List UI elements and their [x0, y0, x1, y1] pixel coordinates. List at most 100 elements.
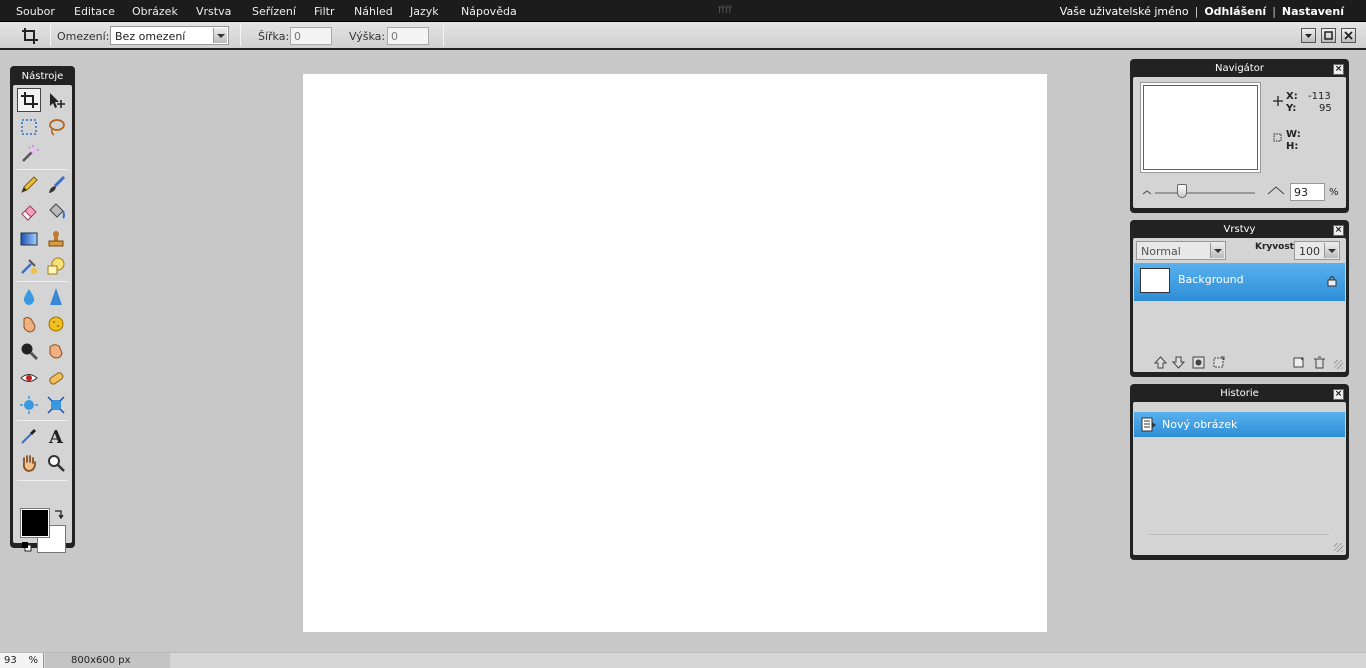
zoom-slider-handle[interactable]: [1177, 184, 1187, 198]
resize-grip-icon[interactable]: [1334, 543, 1343, 552]
menu-serizeni[interactable]: Seřízení: [252, 5, 296, 18]
menu-editace[interactable]: Editace: [74, 5, 115, 18]
status-zoom-value: 93: [4, 655, 17, 666]
red-eye-tool[interactable]: [17, 366, 41, 390]
stamp-icon: [48, 231, 64, 247]
menu-jazyk[interactable]: Jazyk: [410, 5, 439, 18]
zoom-tool[interactable]: [44, 451, 68, 475]
document-icon: [1141, 417, 1156, 432]
lasso-tool[interactable]: [44, 115, 68, 139]
history-panel: Historie × Nový obrázek: [1130, 384, 1349, 560]
pinch-tool[interactable]: [44, 393, 68, 417]
reset-colors-icon[interactable]: [21, 541, 32, 552]
gradient-tool[interactable]: [17, 227, 41, 251]
menu-napoveda[interactable]: Nápověda: [461, 5, 517, 18]
foreground-color-swatch[interactable]: [20, 508, 50, 538]
magic-wand-tool[interactable]: [17, 142, 41, 166]
new-layer-icon[interactable]: [1292, 356, 1305, 369]
navigator-preview[interactable]: [1140, 82, 1261, 173]
type-tool[interactable]: A: [44, 424, 68, 448]
status-bar: 93 % 800x600 px: [0, 652, 1366, 668]
history-title-text: Historie: [1220, 388, 1259, 399]
toolbar-divider: [240, 24, 241, 46]
move-layer-up-icon[interactable]: [1154, 356, 1167, 369]
width-input[interactable]: 0: [290, 27, 332, 45]
dodge-tool[interactable]: [44, 339, 68, 363]
separator: |: [1194, 5, 1199, 18]
settings-link[interactable]: Nastavení: [1282, 5, 1344, 18]
layer-mask-icon[interactable]: [1192, 356, 1205, 369]
sponge-tool[interactable]: [44, 312, 68, 336]
magic-wand-icon: [22, 145, 39, 162]
logout-link[interactable]: Odhlášení: [1204, 5, 1266, 18]
blend-mode-select[interactable]: Normal: [1136, 241, 1226, 260]
marquee-tool[interactable]: [17, 115, 41, 139]
menu-soubor[interactable]: Soubor: [16, 5, 55, 18]
minimize-button[interactable]: [1301, 28, 1316, 43]
zoom-out-icon[interactable]: [1142, 187, 1152, 195]
layers-title-text: Vrstvy: [1223, 224, 1256, 235]
navigator-panel: Navigátor × X: -113 Y: 95 W: H: 93 %: [1130, 59, 1349, 213]
lock-icon: [1327, 276, 1337, 287]
layer-row[interactable]: Background: [1134, 263, 1345, 301]
move-tool[interactable]: [44, 88, 68, 112]
height-label: Výška:: [349, 30, 386, 43]
maximize-button[interactable]: [1321, 28, 1336, 43]
menu-obrazek[interactable]: Obrázek: [132, 5, 178, 18]
history-close-button[interactable]: ×: [1333, 389, 1344, 400]
close-button[interactable]: [1341, 28, 1356, 43]
burn-tool[interactable]: [17, 339, 41, 363]
hand-tool[interactable]: [17, 451, 41, 475]
eye-icon: [20, 374, 38, 382]
paint-bucket-tool[interactable]: [44, 200, 68, 224]
status-zoom[interactable]: 93 %: [0, 653, 44, 668]
image-canvas[interactable]: [303, 74, 1047, 632]
clone-stamp-tool[interactable]: [44, 227, 68, 251]
move-icon: [50, 93, 65, 108]
menu-vrstva[interactable]: Vrstva: [196, 5, 231, 18]
constraint-label: Omezení:: [57, 30, 110, 43]
x-value: -113: [1308, 91, 1331, 102]
pencil-tool[interactable]: [17, 173, 41, 197]
resize-grip-icon[interactable]: [1334, 360, 1343, 369]
zoom-slider-track[interactable]: [1155, 192, 1255, 194]
history-item[interactable]: Nový obrázek: [1134, 412, 1345, 437]
navigator-body: X: -113 Y: 95 W: H: 93 %: [1133, 77, 1346, 208]
brush-tool[interactable]: [44, 173, 68, 197]
tools-panel-body: A: [13, 85, 72, 553]
menu-nahled[interactable]: Náhled: [354, 5, 393, 18]
swap-colors-icon[interactable]: [53, 509, 65, 521]
constraint-select[interactable]: Bez omezení: [110, 26, 229, 45]
crop-tool[interactable]: [17, 88, 41, 112]
smudge-tool[interactable]: [17, 312, 41, 336]
history-divider: [1149, 534, 1329, 535]
opacity-value: 100: [1299, 245, 1320, 258]
layer-styles-icon[interactable]: [1212, 356, 1225, 369]
move-layer-down-icon[interactable]: [1172, 356, 1185, 369]
sharpen-tool[interactable]: [44, 285, 68, 309]
gradient-icon: [20, 232, 38, 246]
dodge-icon: [49, 344, 63, 359]
zoom-in-icon[interactable]: [1267, 185, 1285, 195]
bloat-tool[interactable]: [17, 393, 41, 417]
opacity-select[interactable]: 100: [1294, 241, 1340, 260]
navigator-viewport[interactable]: [1143, 85, 1258, 170]
trash-icon[interactable]: [1313, 356, 1326, 369]
height-input[interactable]: 0: [387, 27, 429, 45]
navigator-close-button[interactable]: ×: [1333, 64, 1344, 75]
color-picker-tool[interactable]: [17, 424, 41, 448]
menu-filtr[interactable]: Filtr: [314, 5, 334, 18]
blur-tool[interactable]: [17, 285, 41, 309]
zoom-input[interactable]: 93: [1290, 183, 1325, 201]
toolbar-divider: [443, 24, 444, 46]
layers-close-button[interactable]: ×: [1333, 225, 1344, 236]
spot-heal-tool[interactable]: [44, 366, 68, 390]
eraser-tool[interactable]: [17, 200, 41, 224]
bloat-icon: [20, 396, 38, 414]
replace-color-tool[interactable]: [17, 254, 41, 278]
drawing-tool[interactable]: [44, 254, 68, 278]
chevron-down-icon: [213, 28, 227, 43]
username-link[interactable]: Vaše uživatelské jméno: [1060, 5, 1189, 18]
separator: |: [1272, 5, 1276, 18]
layers-body: Normal Kryvost: 100 Background: [1133, 238, 1346, 372]
